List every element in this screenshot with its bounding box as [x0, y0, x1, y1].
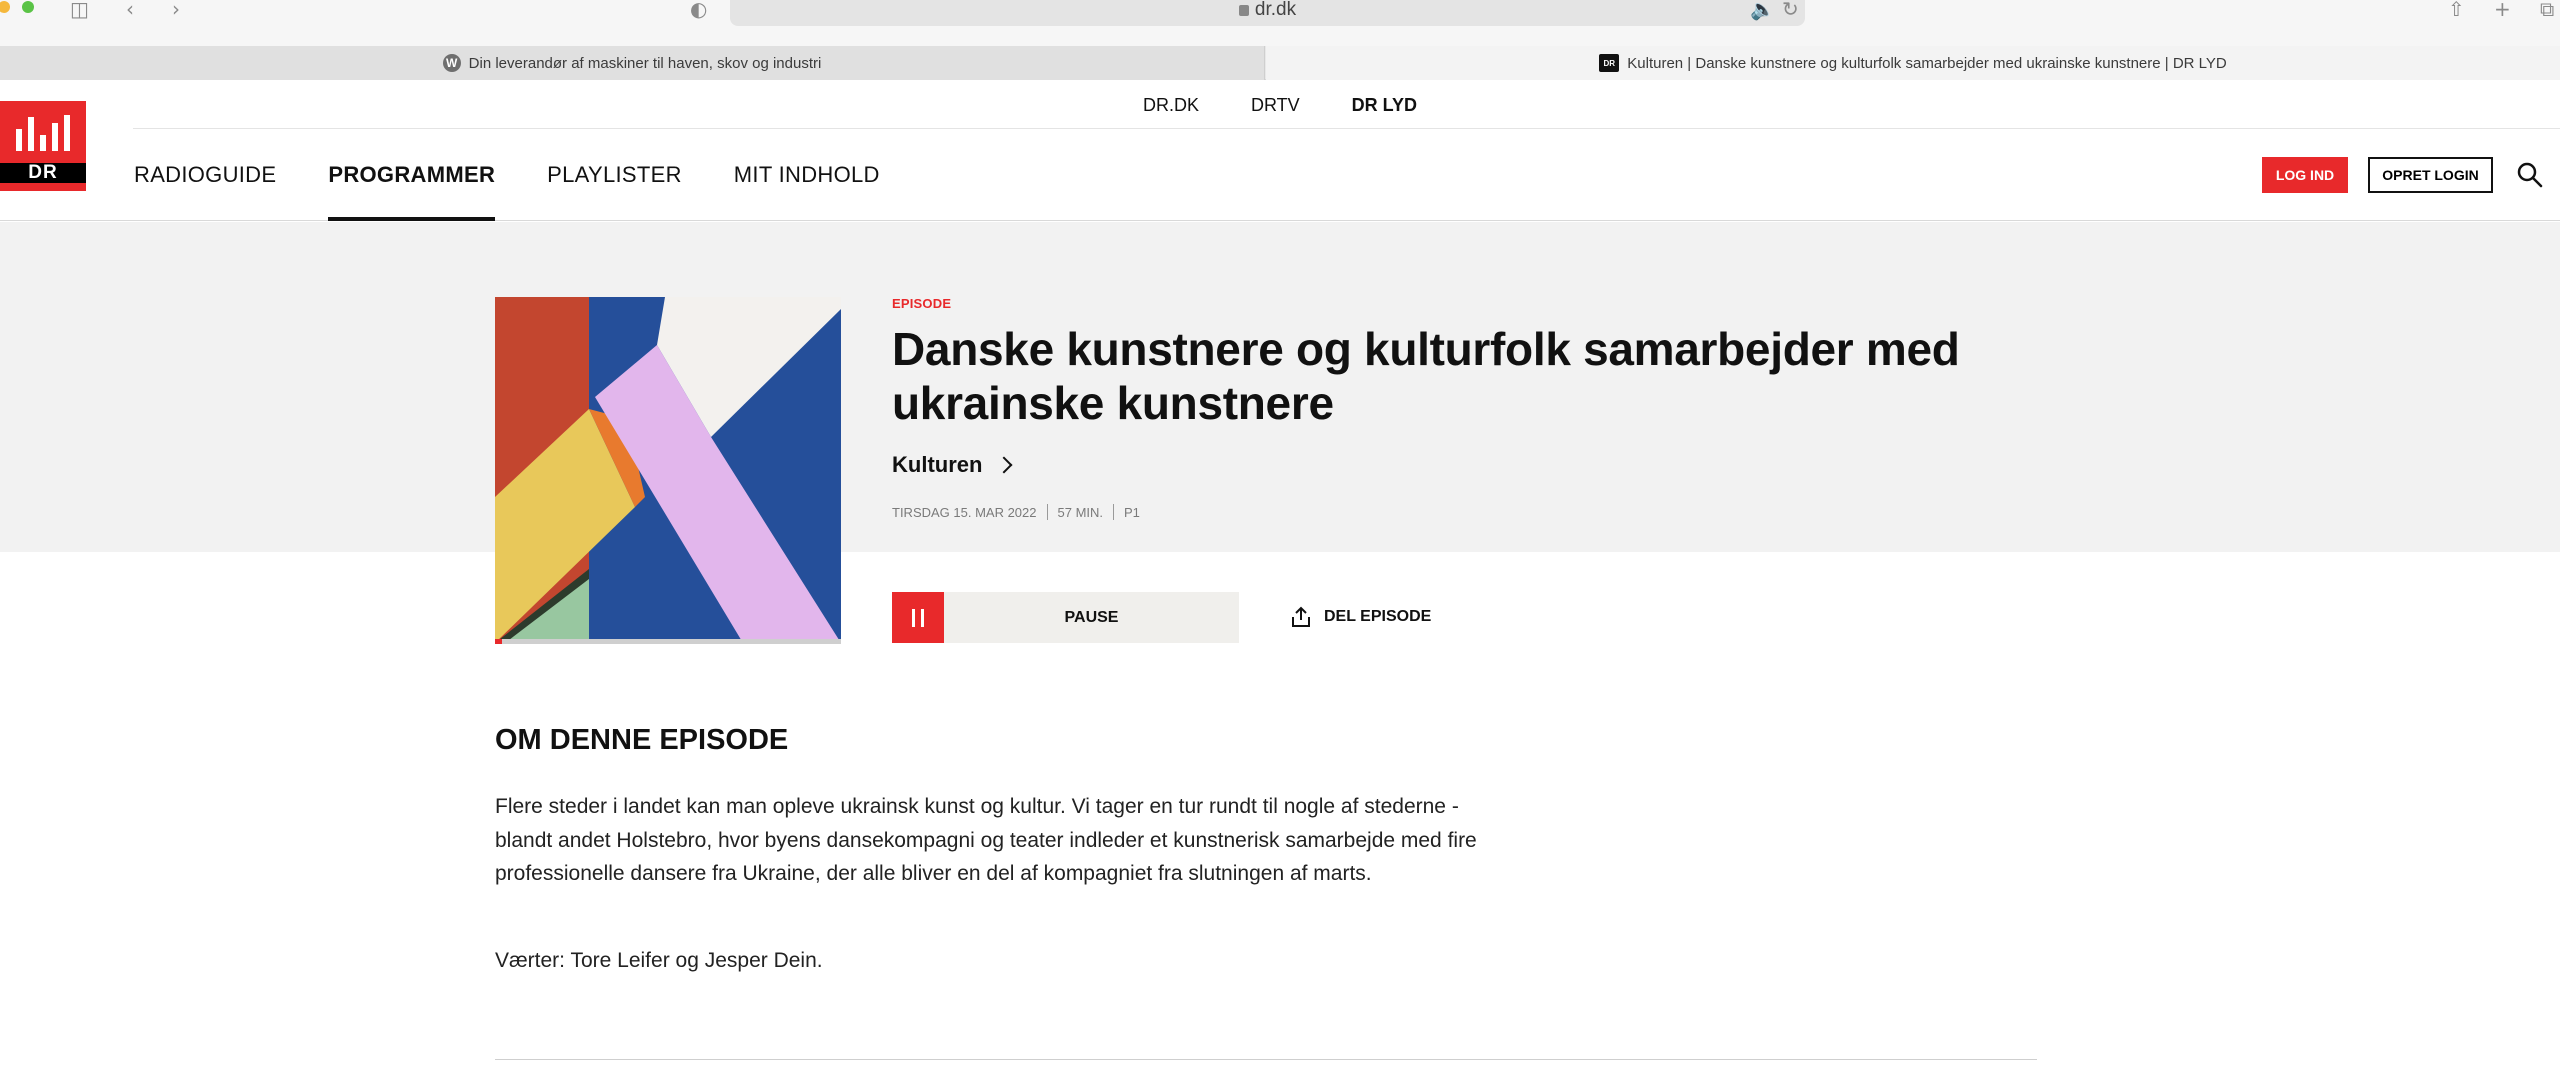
play-pause-button[interactable]: PAUSE [892, 592, 1239, 643]
series-link[interactable]: Kulturen [892, 452, 1013, 478]
create-login-button[interactable]: OPRET LOGIN [2368, 157, 2493, 193]
about-description: Flere steder i landet kan man opleve ukr… [495, 795, 1477, 885]
share-icon[interactable]: ⇧ [2448, 0, 2465, 19]
audio-playing-icon[interactable]: 🔈 [1750, 0, 1775, 19]
nav-radioguide[interactable]: RADIOGUIDE [134, 129, 276, 221]
meta-separator [1113, 504, 1115, 520]
tab-label: Kulturen | Danske kunstnere og kulturfol… [1627, 54, 2227, 72]
main-nav: RADIOGUIDE PROGRAMMER PLAYLISTER MIT IND… [134, 129, 932, 221]
tab-label: Din leverandør af maskiner til haven, sk… [468, 54, 822, 72]
site-header: DR DR.DK DRTV DR LYD RADIOGUIDE PROGRAMM… [0, 81, 2560, 221]
playback-progress-bar[interactable] [495, 639, 841, 644]
url-text: dr.dk [1254, 0, 1297, 20]
tab-overview-icon[interactable]: ⧉ [2540, 0, 2554, 19]
lock-icon [1238, 5, 1249, 16]
topnav-dr-lyd[interactable]: DR LYD [1352, 95, 1417, 116]
login-button[interactable]: LOG IND [2262, 157, 2348, 193]
dr-logo-wordmark: DR [0, 163, 86, 183]
forward-icon[interactable]: › [172, 0, 180, 19]
wordpress-icon: W [442, 54, 461, 72]
playback-progress-fill [495, 639, 502, 644]
nav-mit-indhold[interactable]: MIT INDHOLD [734, 129, 880, 221]
series-name: Kulturen [892, 452, 983, 477]
episode-label: EPISODE [892, 296, 952, 311]
episode-meta: TIRSDAG 15. MAR 2022 57 MIN. P1 [892, 504, 1140, 520]
nav-playlister[interactable]: PLAYLISTER [547, 129, 682, 221]
zoom-window-button[interactable] [22, 1, 34, 13]
reload-icon[interactable]: ↻ [1782, 0, 1799, 19]
search-icon[interactable] [2516, 161, 2544, 189]
episode-date: TIRSDAG 15. MAR 2022 [892, 504, 1037, 520]
minimize-window-button[interactable] [0, 1, 10, 13]
episode-cover-art[interactable] [495, 297, 841, 643]
chevron-right-icon [995, 456, 1013, 474]
new-tab-icon[interactable]: + [2494, 0, 2511, 19]
share-icon [1292, 606, 1310, 627]
tab-bar: W Din leverandør af maskiner til haven, … [0, 46, 2560, 80]
episode-channel: P1 [1124, 504, 1140, 520]
pause-label: PAUSE [1064, 608, 1119, 626]
pause-icon [892, 592, 944, 643]
episode-title: Danske kunstnere og kulturfolk samarbejd… [892, 323, 1960, 429]
dr-icon: DR [1599, 54, 1620, 72]
tab-kulturen[interactable]: DR Kulturen | Danske kunstnere og kultur… [1266, 46, 2560, 80]
share-episode-button[interactable]: DEL EPISODE [1290, 602, 1431, 632]
address-bar[interactable]: dr.dk 🔈 ↻ [730, 0, 1805, 26]
about-title: OM DENNE EPISODE [495, 724, 789, 756]
nav-programmer[interactable]: PROGRAMMER [328, 129, 495, 221]
sidebar-icon[interactable]: ◫ [70, 0, 89, 19]
about-hosts: Værter: Tore Leifer og Jesper Dein. [495, 949, 823, 972]
meta-separator [1046, 504, 1048, 520]
top-nav: DR.DK DRTV DR LYD [0, 81, 2560, 129]
topnav-drtv[interactable]: DRTV [1251, 95, 1300, 116]
section-divider [495, 1059, 2037, 1060]
tab-maskiner[interactable]: W Din leverandør af maskiner til haven, … [0, 46, 1265, 80]
browser-toolbar: ◫ ‹ › ◐ dr.dk 🔈 ↻ ⇧ + ⧉ [0, 0, 2560, 46]
share-label: DEL EPISODE [1324, 608, 1432, 625]
episode-duration: 57 MIN. [1057, 504, 1104, 520]
privacy-shield-icon[interactable]: ◐ [690, 0, 707, 19]
back-icon[interactable]: ‹ [126, 0, 134, 19]
topnav-dr-dk[interactable]: DR.DK [1143, 95, 1199, 116]
